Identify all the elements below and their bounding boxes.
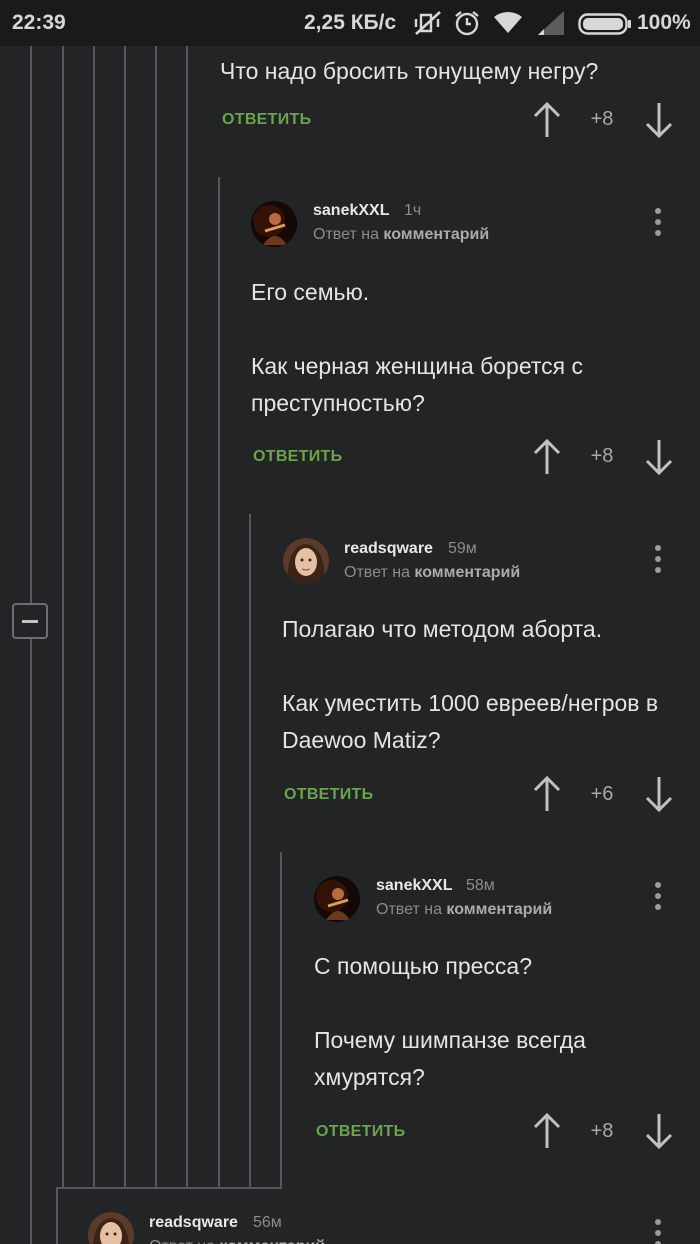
rating: +8 xyxy=(590,108,614,130)
avatar[interactable] xyxy=(314,876,360,922)
upvote-arrow-icon[interactable] xyxy=(532,1112,562,1150)
avatar[interactable] xyxy=(283,538,329,584)
rating: +6 xyxy=(590,783,614,805)
reply-to-label: Ответ на комментарий xyxy=(313,226,490,243)
alarm-icon xyxy=(455,11,479,36)
reply-to-label: Ответ на комментарий xyxy=(344,564,521,581)
battery-percent: 100% xyxy=(637,11,691,34)
rating: +8 xyxy=(590,1120,614,1142)
author-name[interactable]: readsqware xyxy=(149,1214,238,1232)
author-name[interactable]: readsqware xyxy=(344,540,433,558)
reply-button[interactable]: ОТВЕТИТЬ xyxy=(316,1123,405,1141)
reply-to-link[interactable]: комментарий xyxy=(446,901,552,918)
more-options-icon[interactable] xyxy=(648,1216,668,1244)
mute-vibrate-icon xyxy=(414,11,441,35)
reply-button[interactable]: ОТВЕТИТЬ xyxy=(284,786,373,804)
more-options-icon[interactable] xyxy=(648,542,668,576)
comment-text: Полагаю что методом аборта. Как уместить… xyxy=(282,616,659,753)
avatar[interactable] xyxy=(88,1212,134,1244)
rating: +8 xyxy=(590,445,614,467)
avatar[interactable] xyxy=(251,201,297,247)
upvote-arrow-icon[interactable] xyxy=(532,438,562,476)
screen: 22:39 2,25 КБ/с 100% Что надо бросить то… xyxy=(0,0,700,1244)
network-speed: 2,25 КБ/с xyxy=(304,11,397,34)
comment-text: Его семью. Как черная женщина борется с … xyxy=(251,279,583,416)
comment-text: Что надо бросить тонущему негру? xyxy=(220,58,599,84)
clock: 22:39 xyxy=(12,11,66,34)
reply-to-label: Ответ на комментарий xyxy=(149,1238,325,1244)
reply-to-label: Ответ на комментарий xyxy=(376,901,553,918)
comment-time: 1ч xyxy=(404,202,422,219)
reply-to-link[interactable]: комментарий xyxy=(219,1238,325,1244)
downvote-arrow-icon[interactable] xyxy=(644,775,674,813)
author-name[interactable]: sanekXXL xyxy=(376,877,452,895)
reply-button[interactable]: ОТВЕТИТЬ xyxy=(222,111,311,129)
comment-time: 58м xyxy=(466,877,495,894)
reply-to-link[interactable]: комментарий xyxy=(414,564,520,581)
more-options-icon[interactable] xyxy=(648,205,668,239)
reply-button[interactable]: ОТВЕТИТЬ xyxy=(253,448,342,466)
upvote-arrow-icon[interactable] xyxy=(532,775,562,813)
status-bar: 22:39 2,25 КБ/с 100% xyxy=(0,0,700,46)
comment-time: 59м xyxy=(448,540,477,557)
downvote-arrow-icon[interactable] xyxy=(644,1112,674,1150)
downvote-arrow-icon[interactable] xyxy=(644,101,674,139)
wifi-icon xyxy=(494,11,522,33)
comment-text: С помощью пресса? Почему шимпанзе всегда… xyxy=(314,953,586,1090)
signal-icon xyxy=(538,11,564,35)
author-name[interactable]: sanekXXL xyxy=(313,202,389,220)
upvote-arrow-icon[interactable] xyxy=(532,101,562,139)
collapse-thread-button[interactable] xyxy=(12,603,48,639)
comment-time: 56м xyxy=(253,1214,282,1231)
more-options-icon[interactable] xyxy=(648,879,668,913)
reply-to-link[interactable]: комментарий xyxy=(383,226,489,243)
battery-icon xyxy=(578,13,631,35)
downvote-arrow-icon[interactable] xyxy=(644,438,674,476)
